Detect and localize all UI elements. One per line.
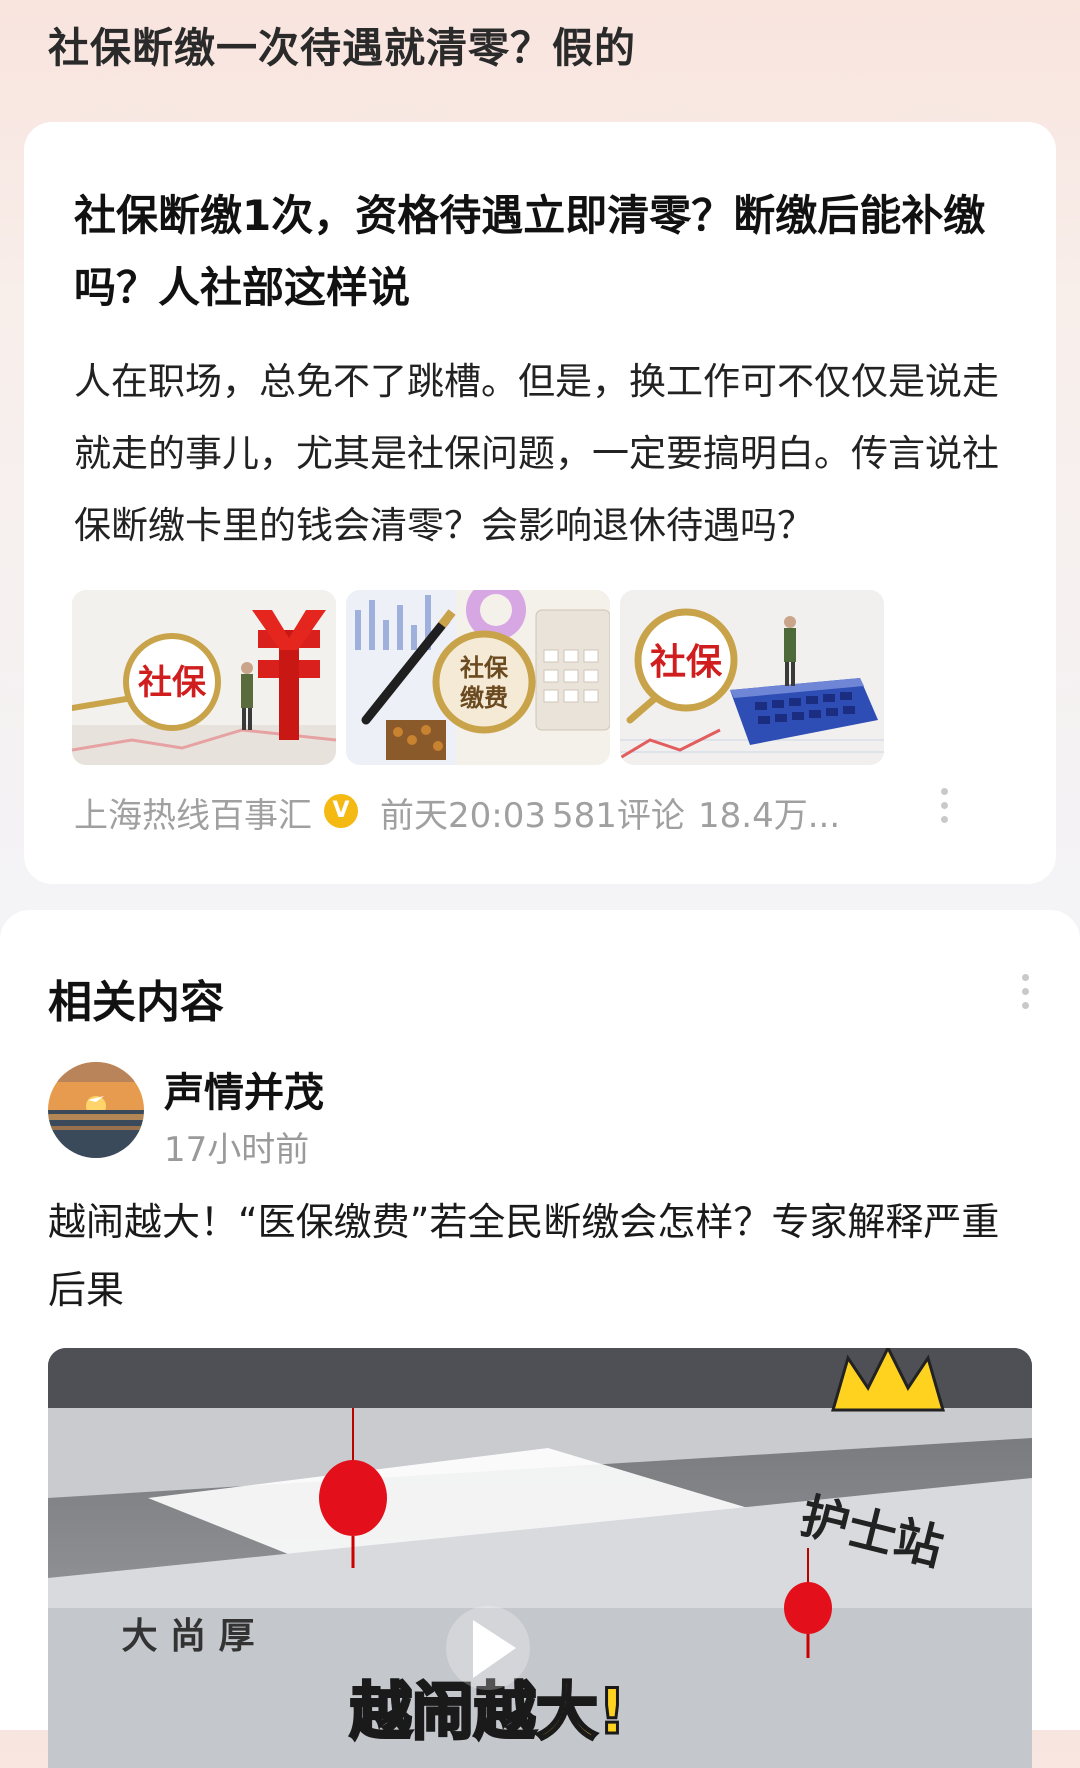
- lantern-icon-2: [784, 1582, 832, 1634]
- publish-time: 前天20:03: [380, 796, 546, 836]
- verified-badge-icon: V: [324, 794, 358, 828]
- article-summary[interactable]: 人在职场，总免不了跳槽。但是，换工作可不仅仅是说走就走的事儿，尤其是社保问题，一…: [74, 346, 1024, 562]
- thumbnail-2-label-line2: 缴费: [460, 684, 508, 712]
- video-thumbnail[interactable]: 护士站 大 尚 厚 越闹越大!: [48, 1348, 1032, 1768]
- article-card[interactable]: 社保断缴1次，资格待遇立即清零？断缴后能补缴吗？人社部这样说 人在职场，总免不了…: [24, 122, 1056, 884]
- related-heading: 相关内容: [48, 977, 224, 1028]
- thumbnail-image-1[interactable]: 社保: [72, 590, 336, 765]
- author-name[interactable]: 声情并茂: [164, 1060, 324, 1118]
- article-meta: 上海热线百事汇 V 前天20:03 581评论 18.4万...: [74, 782, 1014, 836]
- page-title: 社保断缴一次待遇就清零？假的: [48, 24, 636, 72]
- thumbnail-image-3[interactable]: 社保: [620, 590, 884, 765]
- thumbnail-2-label-line1: 社保: [460, 654, 509, 682]
- related-content-panel: 相关内容 声情并茂 17小时前 越闹越大！“医保缴费”若全民断缴会怎样？专家解释…: [0, 910, 1080, 1768]
- post-time: 17小时前: [164, 1130, 310, 1170]
- post-text[interactable]: 越闹越大！“医保缴费”若全民断缴会怎样？专家解释严重后果: [48, 1188, 1028, 1324]
- source-name[interactable]: 上海热线百事汇: [74, 788, 312, 837]
- comment-count: 581评论: [552, 796, 685, 836]
- view-count: 18.4万...: [698, 796, 841, 836]
- more-options-icon[interactable]: [941, 788, 949, 830]
- thumbnail-1-label: 社保: [138, 663, 207, 703]
- article-title[interactable]: 社保断缴1次，资格待遇立即清零？断缴后能补缴吗？人社部这样说: [74, 180, 1004, 324]
- lantern-icon: [319, 1460, 387, 1536]
- video-left-sign: 大 尚 厚: [121, 1615, 254, 1657]
- avatar[interactable]: [48, 1062, 144, 1158]
- thumbnail-3-label: 社保: [650, 642, 723, 683]
- related-more-icon[interactable]: [1022, 974, 1030, 1016]
- thumbnail-image-2[interactable]: 社保 缴费: [346, 590, 610, 765]
